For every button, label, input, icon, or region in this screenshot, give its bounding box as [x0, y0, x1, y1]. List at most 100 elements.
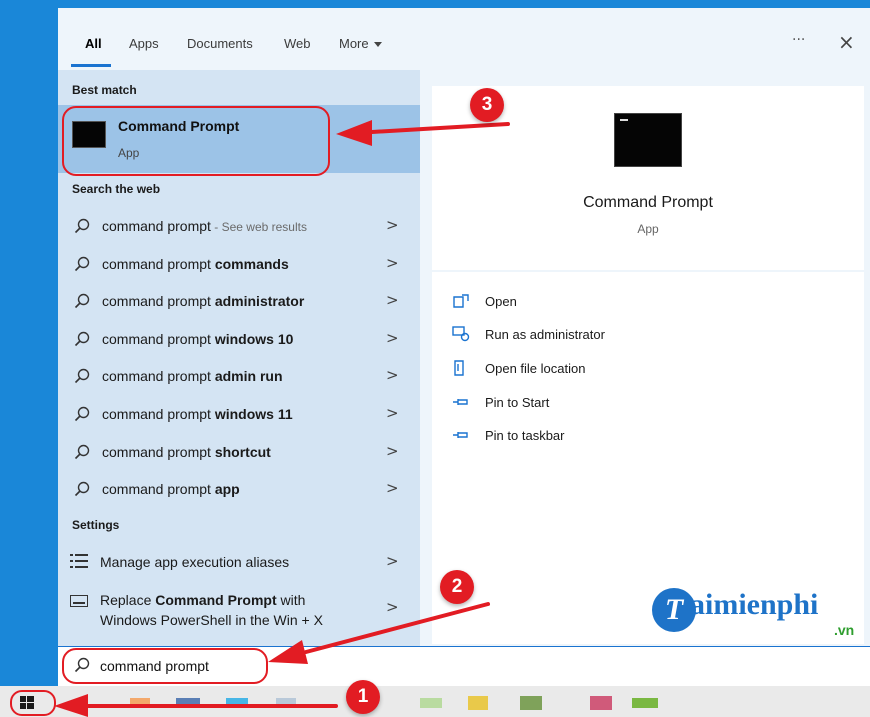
watermark-logo-text: aimienphi [690, 588, 819, 621]
query-prefix: command prompt [102, 218, 211, 234]
search-icon [74, 331, 90, 346]
section-header-settings: Settings [72, 518, 120, 532]
callout-highlight-search [62, 648, 268, 684]
action-pin-to-taskbar[interactable]: Pin to taskbar [452, 424, 752, 448]
query-suggestion: commands [214, 255, 289, 272]
tab-all[interactable]: All [85, 36, 102, 51]
settings-item-manage-aliases[interactable]: Manage app execution aliases > [58, 552, 420, 576]
callout-badge-1: 1 [346, 680, 380, 714]
web-search-label: command prompt app [102, 481, 240, 497]
tab-active-indicator [71, 64, 111, 67]
search-icon [74, 481, 90, 497]
query-prefix: command prompt [102, 406, 215, 422]
tab-web[interactable]: Web [284, 36, 311, 51]
taskbar-app-icon[interactable] [226, 698, 248, 708]
pin-icon [453, 432, 468, 438]
query-suggestion: administrator [214, 293, 305, 310]
search-icon [74, 218, 90, 234]
callout-badge-3: 3 [470, 88, 504, 122]
watermark-logo-tld: .vn [834, 622, 855, 638]
web-search-label: command prompt windows 11 [102, 406, 293, 422]
replace-prefix: Replace [100, 592, 156, 608]
web-search-row[interactable]: command prompt admin run > [58, 358, 420, 394]
search-icon [74, 293, 90, 309]
search-icon [74, 256, 90, 271]
chevron-right-icon: > [386, 366, 399, 385]
web-search-row[interactable]: command prompt shortcut > [58, 434, 420, 470]
search-icon [74, 406, 90, 422]
taskbar-app-icon[interactable] [176, 698, 200, 708]
action-pin-to-start[interactable]: Pin to Start [452, 391, 752, 415]
tab-documents[interactable]: Documents [187, 36, 253, 51]
web-search-label: command prompt shortcut [102, 444, 271, 460]
query-suggestion: admin run [214, 368, 283, 385]
tab-more[interactable]: More [339, 36, 382, 51]
keyboard-icon [70, 595, 88, 607]
list-icon [70, 554, 88, 568]
chevron-right-icon: > [386, 598, 399, 616]
web-search-label: command prompt - See web results [102, 218, 307, 234]
settings-item-label: Manage app execution aliases [100, 554, 290, 570]
chevron-right-icon: > [386, 291, 399, 310]
action-label: Run as administrator [485, 327, 605, 342]
settings-item-replace-powershell[interactable]: Replace Command Prompt with Windows Powe… [58, 590, 420, 634]
web-search-row[interactable]: command prompt windows 11 > [58, 396, 420, 432]
preview-title: Command Prompt [583, 194, 713, 211]
taskbar-app-icon[interactable] [420, 698, 442, 708]
web-search-row[interactable]: command prompt administrator > [58, 283, 420, 319]
folder-location-icon [454, 360, 464, 376]
replace-line2: Windows PowerShell in the Win + X [100, 612, 323, 628]
web-search-row[interactable]: command prompt app > [58, 471, 420, 507]
action-open[interactable]: Open [452, 290, 752, 314]
chevron-right-icon: > [386, 479, 399, 498]
taskbar-app-icon[interactable] [276, 698, 296, 708]
action-label: Open [485, 294, 517, 309]
cursor-glyph [620, 119, 628, 121]
chevron-right-icon: > [386, 328, 399, 347]
query-suffix: - See web results [210, 220, 307, 234]
query-suggestion: shortcut [214, 443, 271, 460]
close-icon[interactable]: × [838, 32, 855, 52]
preview-subtitle: App [637, 222, 659, 236]
web-search-row[interactable]: command prompt windows 10 > [58, 321, 420, 357]
open-icon [453, 294, 469, 308]
web-search-label: command prompt administrator [102, 293, 304, 309]
tab-apps[interactable]: Apps [129, 36, 159, 51]
taskbar-app-icon[interactable] [520, 696, 542, 710]
section-header-search-web: Search the web [72, 182, 161, 196]
action-run-as-administrator[interactable]: Run as administrator [452, 323, 752, 347]
web-search-label: command prompt windows 10 [102, 331, 293, 347]
chevron-right-icon: > [386, 552, 399, 570]
web-search-row[interactable]: command prompt commands > [58, 246, 420, 282]
callout-highlight-start [10, 690, 56, 716]
query-suggestion: app [214, 481, 240, 498]
callout-badge-2: 2 [440, 570, 474, 604]
query-prefix: command prompt [102, 368, 215, 385]
desktop-background-top [58, 0, 870, 8]
shield-run-icon [452, 326, 470, 342]
replace-bold: Command Prompt [155, 592, 277, 608]
action-label: Pin to taskbar [485, 428, 565, 443]
action-label: Pin to Start [485, 395, 550, 410]
web-search-label: command prompt admin run [102, 368, 283, 384]
chevron-down-icon [373, 42, 382, 48]
chevron-right-icon: > [386, 441, 399, 460]
query-prefix: command prompt [102, 330, 215, 347]
query-prefix: command prompt [102, 481, 215, 498]
more-options-icon[interactable]: ··· [792, 32, 805, 48]
taskbar-app-icon[interactable] [590, 696, 612, 710]
desktop-background [0, 0, 58, 686]
query-suggestion: windows 10 [214, 330, 294, 347]
command-prompt-large-icon [614, 113, 682, 167]
query-prefix: command prompt [102, 443, 215, 460]
settings-item-replace-text: Replace Command Prompt with Windows Powe… [100, 590, 323, 630]
action-label: Open file location [485, 361, 586, 376]
web-search-row[interactable]: command prompt - See web results > [58, 208, 420, 244]
taskbar-app-icon[interactable] [130, 698, 150, 708]
search-tabs: All Apps Documents Web More ··· × [58, 22, 870, 68]
chevron-right-icon: > [386, 404, 399, 422]
action-open-file-location[interactable]: Open file location [452, 357, 752, 381]
taskbar-app-icon[interactable] [468, 696, 488, 710]
taskbar-app-icon[interactable] [632, 698, 658, 708]
pin-icon [453, 399, 468, 405]
